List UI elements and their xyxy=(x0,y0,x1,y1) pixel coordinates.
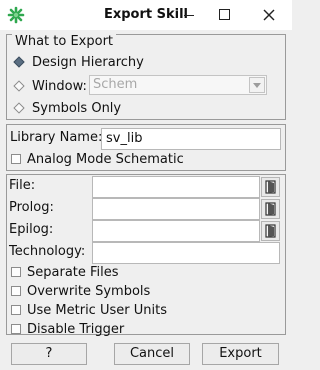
close-button[interactable] xyxy=(260,6,278,24)
library-group: Library Name: sv_lib Analog Mode Schemat… xyxy=(6,124,286,171)
minimize-button[interactable] xyxy=(180,6,198,24)
close-icon xyxy=(263,9,275,21)
technology-label: Technology: xyxy=(9,244,86,259)
folder-icon xyxy=(264,224,276,238)
separate-files-row[interactable]: Separate Files xyxy=(11,263,119,281)
symbols-only-radio[interactable]: Symbols Only xyxy=(11,98,121,118)
chevron-down-icon[interactable] xyxy=(249,77,265,93)
epilog-label: Epilog: xyxy=(9,222,54,237)
separate-files-checkbox[interactable] xyxy=(11,267,21,277)
files-group: File: Prolog: Epilog: Technology: Separa… xyxy=(6,174,286,338)
disable-trigger-checkbox[interactable] xyxy=(11,324,21,334)
library-name-label: Library Name: xyxy=(10,130,103,145)
prolog-input[interactable] xyxy=(92,198,260,220)
symbols-only-label: Symbols Only xyxy=(32,100,122,116)
disable-trigger-label: Disable Trigger xyxy=(27,321,125,337)
help-button[interactable]: ? xyxy=(11,343,87,365)
design-hierarchy-label: Design Hierarchy xyxy=(32,54,144,70)
metric-units-row[interactable]: Use Metric User Units xyxy=(11,301,167,319)
prolog-browse-button[interactable] xyxy=(261,199,280,219)
disable-trigger-row[interactable]: Disable Trigger xyxy=(11,320,124,338)
design-hierarchy-radio[interactable]: Design Hierarchy xyxy=(11,52,144,72)
metric-units-checkbox[interactable] xyxy=(11,305,21,315)
radio-unselected-icon xyxy=(13,80,25,92)
maximize-button[interactable] xyxy=(216,6,234,24)
radio-unselected-icon xyxy=(13,102,25,114)
epilog-input[interactable] xyxy=(92,220,260,242)
window-select-value: Schem xyxy=(93,77,138,92)
cancel-button[interactable]: Cancel xyxy=(114,343,190,365)
separate-files-label: Separate Files xyxy=(27,264,119,280)
overwrite-symbols-row[interactable]: Overwrite Symbols xyxy=(11,282,150,300)
window-radio[interactable]: Window: xyxy=(11,76,87,96)
overwrite-symbols-label: Overwrite Symbols xyxy=(27,283,151,299)
analog-mode-checkbox-row[interactable]: Analog Mode Schematic xyxy=(11,150,184,168)
window-label: Window: xyxy=(32,78,87,94)
overwrite-symbols-checkbox[interactable] xyxy=(11,286,21,296)
folder-icon xyxy=(264,202,276,216)
prolog-label: Prolog: xyxy=(9,200,54,215)
metric-units-label: Use Metric User Units xyxy=(27,302,167,318)
minimize-icon xyxy=(184,15,194,16)
file-input[interactable] xyxy=(92,176,260,198)
export-button[interactable]: Export xyxy=(202,343,279,365)
window-title: Export Skill xyxy=(103,7,189,22)
library-name-input[interactable]: sv_lib xyxy=(101,128,281,150)
folder-icon xyxy=(264,180,276,194)
what-to-export-group: What to Export Design Hierarchy Window: … xyxy=(6,34,286,120)
epilog-browse-button[interactable] xyxy=(261,221,280,241)
radio-selected-icon xyxy=(13,56,25,68)
what-to-export-legend: What to Export xyxy=(12,34,117,49)
file-label: File: xyxy=(9,178,36,193)
title-bar: Export Skill xyxy=(0,0,292,30)
window-select[interactable]: Schem xyxy=(89,75,267,95)
technology-input[interactable] xyxy=(92,242,280,264)
maximize-icon xyxy=(219,9,230,20)
file-browse-button[interactable] xyxy=(261,177,280,197)
analog-mode-label: Analog Mode Schematic xyxy=(27,151,184,167)
analog-mode-checkbox[interactable] xyxy=(11,154,21,164)
